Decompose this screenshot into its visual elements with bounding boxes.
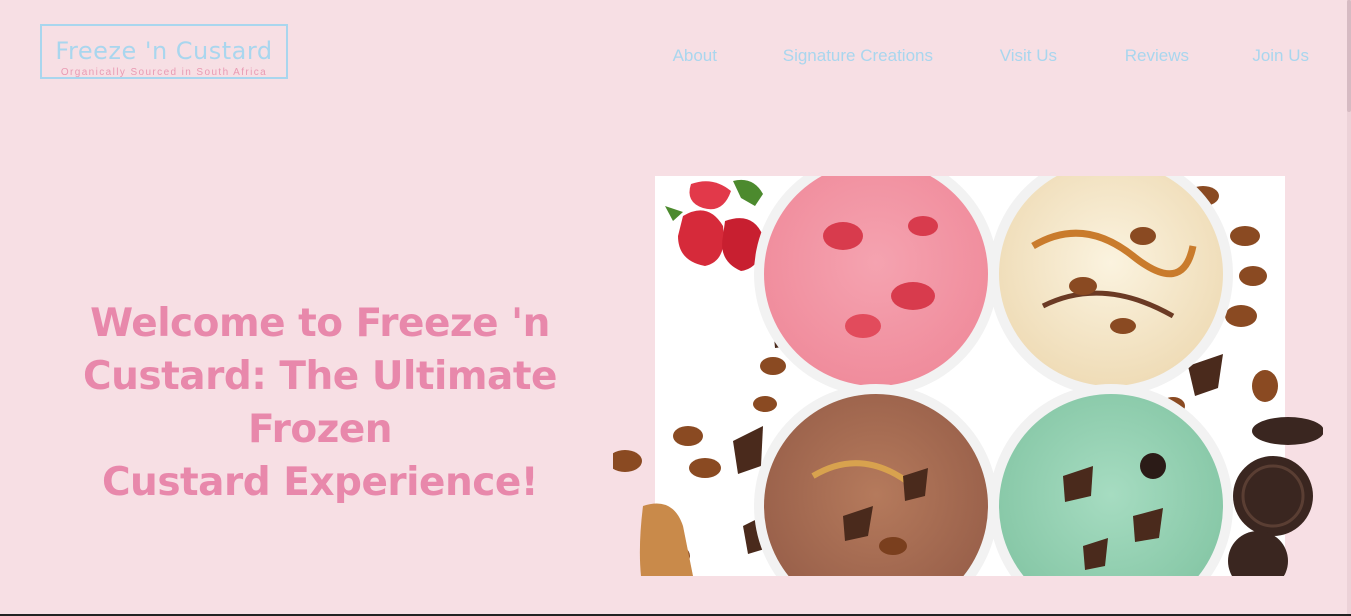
logo-tagline: Organically Sourced in South Africa (60, 67, 268, 78)
site-logo[interactable]: Freeze 'n Custard Organically Sourced in… (40, 24, 288, 79)
hero-title-line: Welcome to Freeze 'n (90, 301, 550, 346)
logo-title: Freeze 'n Custard (55, 37, 273, 65)
nav-link-join-us[interactable]: Join Us (1252, 46, 1309, 66)
nav-link-about[interactable]: About (673, 46, 717, 66)
nav-link-signature-creations[interactable]: Signature Creations (783, 46, 933, 66)
scrollbar-thumb[interactable] (1347, 0, 1351, 112)
hero-image (613, 176, 1323, 576)
hero-title: Welcome to Freeze 'n Custard: The Ultima… (20, 297, 620, 509)
nav-link-visit-us[interactable]: Visit Us (1000, 46, 1057, 66)
page-scrollbar[interactable] (1347, 0, 1351, 616)
hero-title-line: Custard: The Ultimate Frozen (83, 354, 557, 452)
nav-link-reviews[interactable]: Reviews (1125, 46, 1189, 66)
hero-title-line: Custard Experience! (101, 460, 539, 505)
